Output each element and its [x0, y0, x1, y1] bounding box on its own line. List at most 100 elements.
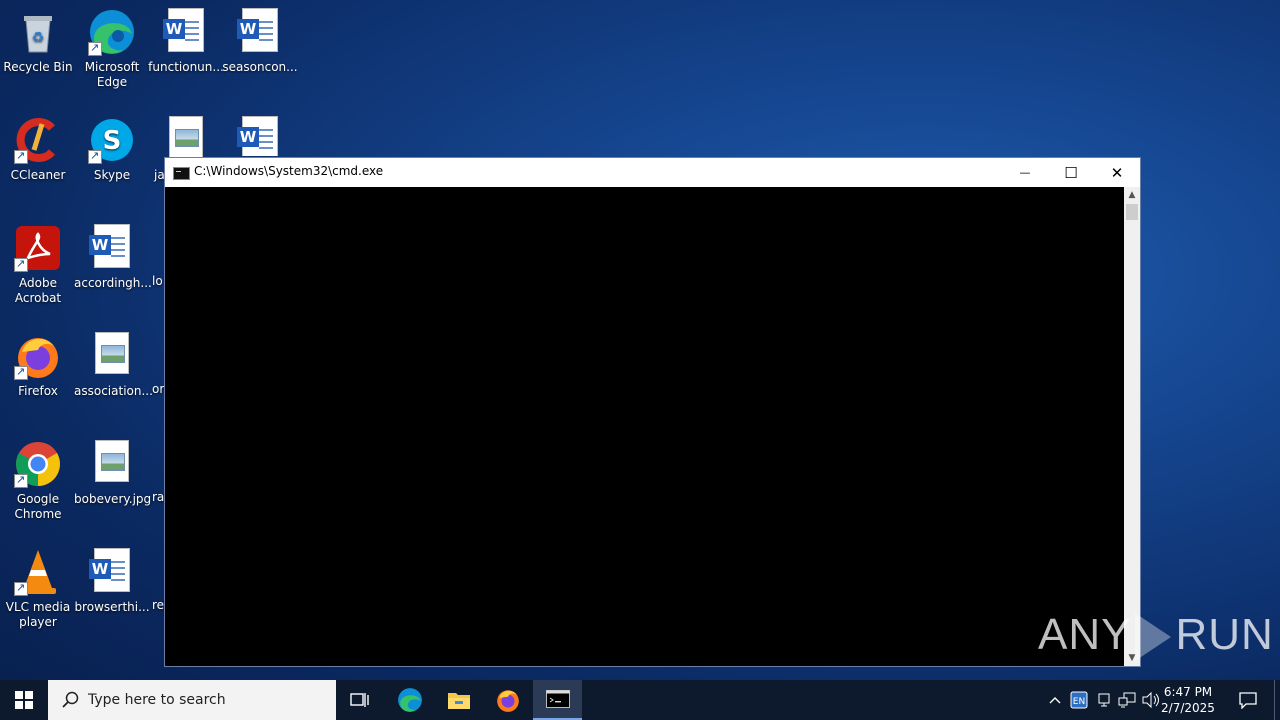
file-bobevery[interactable]: bobevery.jpg [74, 434, 152, 507]
language-icon: EN [1070, 691, 1088, 709]
microsoft-edge-shortcut[interactable]: Microsoft Edge [74, 2, 150, 90]
file-accordingh[interactable]: W accordingh... [74, 218, 152, 291]
console-output[interactable] [165, 187, 1125, 666]
maximize-button[interactable]: ☐ [1048, 158, 1094, 187]
window-title: C:\Windows\System32\cmd.exe [194, 164, 384, 178]
icon-label: VLC media player [5, 600, 71, 629]
taskbar-file-explorer[interactable] [435, 680, 483, 720]
vertical-scrollbar[interactable]: ▲ ▼ [1124, 187, 1140, 666]
shortcut-arrow-icon [14, 580, 28, 596]
word-document-icon: W [162, 8, 210, 56]
play-icon [1135, 613, 1172, 662]
file-browserthi[interactable]: W browserthi... [74, 542, 150, 615]
file-association[interactable]: association... [74, 326, 153, 399]
close-button[interactable]: ✕ [1094, 158, 1140, 187]
search-icon [62, 691, 79, 708]
edge-icon [88, 8, 136, 56]
ccleaner-shortcut[interactable]: CCleaner [0, 110, 76, 183]
maximize-icon: ☐ [1064, 163, 1078, 182]
minimize-icon: — [1019, 166, 1031, 179]
shortcut-arrow-icon [88, 40, 102, 56]
taskbar-clock[interactable]: 6:47 PM 2/7/2025 [1158, 684, 1218, 716]
icon-label: Recycle Bin [3, 60, 73, 74]
cmd-window[interactable]: C:\Windows\System32\cmd.exe — ☐ ✕ ▲ ▼ [164, 157, 1141, 667]
icon-label: Skype [93, 168, 131, 182]
watermark-text-right: RUN [1175, 610, 1274, 659]
show-desktop-button[interactable] [1274, 680, 1280, 720]
scroll-up-icon[interactable]: ▲ [1124, 187, 1140, 203]
shortcut-arrow-icon [14, 256, 28, 272]
taskbar-search-box[interactable]: Type here to search [48, 680, 336, 720]
tray-network[interactable] [1116, 680, 1138, 720]
adobe-acrobat-shortcut[interactable]: Adobe Acrobat [0, 218, 76, 306]
notification-icon [1239, 692, 1257, 709]
word-document-icon: W [88, 224, 136, 272]
clock-date: 2/7/2025 [1161, 701, 1215, 715]
icon-label: Google Chrome [14, 492, 62, 521]
vlc-shortcut[interactable]: VLC media player [0, 542, 76, 630]
scroll-thumb[interactable] [1126, 204, 1138, 220]
skype-icon: S [88, 116, 136, 164]
word-document-icon: W [236, 116, 284, 156]
shortcut-arrow-icon [14, 148, 28, 164]
icon-label: seasoncon... [222, 60, 298, 74]
taskbar-edge[interactable] [386, 680, 434, 720]
vlc-cone-icon [14, 548, 62, 596]
icon-label: Firefox [18, 384, 58, 398]
file-functionun[interactable]: W functionun... [148, 2, 224, 75]
adobe-acrobat-icon [14, 224, 62, 272]
svg-text:S: S [103, 126, 122, 156]
ccleaner-icon [14, 116, 62, 164]
search-placeholder: Type here to search [88, 692, 226, 708]
windows-logo-icon [15, 691, 33, 709]
icon-label: browserthi... [74, 600, 150, 614]
taskbar-cmd-active[interactable] [533, 680, 582, 720]
word-document-icon: W [236, 8, 284, 56]
file-seasoncon[interactable]: W seasoncon... [222, 2, 298, 75]
task-view-icon [350, 693, 369, 707]
taskbar: Type here to search EN 6:47 PM 2/7/2025 [0, 680, 1280, 720]
recycle-bin-shortcut[interactable]: ♻ Recycle Bin [0, 2, 76, 75]
device-icon [1098, 693, 1110, 707]
word-document-icon: W [88, 548, 136, 596]
shortcut-arrow-icon [88, 148, 102, 164]
icon-label: functionun... [148, 60, 224, 74]
firefox-icon [497, 690, 519, 712]
chrome-icon [14, 440, 62, 488]
edge-icon [398, 688, 422, 712]
icon-label: Adobe Acrobat [14, 276, 62, 305]
file-explorer-icon [448, 693, 470, 709]
icon-label: bobevery.jpg [74, 492, 152, 506]
icon-label: association... [74, 384, 153, 398]
tray-device[interactable] [1093, 680, 1115, 720]
taskbar-firefox[interactable] [484, 680, 532, 720]
recycle-bin-icon: ♻ [14, 8, 62, 56]
skype-shortcut[interactable]: S Skype [74, 110, 150, 183]
start-button[interactable] [0, 680, 48, 720]
desktop: ♻ Recycle Bin CCleaner Adobe Acrobat Fir… [0, 0, 1280, 680]
task-view-button[interactable] [336, 680, 384, 720]
clock-time: 6:47 PM [1163, 685, 1213, 699]
file-word-partial[interactable]: W [222, 110, 298, 156]
firefox-icon [14, 332, 62, 380]
icon-label: accordingh... [74, 276, 152, 290]
action-center-button[interactable] [1228, 680, 1268, 720]
icon-label: CCleaner [10, 168, 66, 182]
watermark-text-left: ANY [1038, 610, 1132, 659]
minimize-button[interactable]: — [1002, 158, 1048, 187]
anyrun-watermark: ANY RUN [1038, 610, 1274, 662]
google-chrome-shortcut[interactable]: Google Chrome [0, 434, 76, 522]
svg-text:♻: ♻ [32, 30, 45, 46]
cmd-icon [173, 167, 190, 180]
svg-text:EN: EN [1073, 697, 1085, 707]
cmd-titlebar[interactable]: C:\Windows\System32\cmd.exe — ☐ ✕ [165, 158, 1140, 187]
close-icon: ✕ [1110, 163, 1124, 182]
shortcut-arrow-icon [14, 472, 28, 488]
shortcut-arrow-icon [14, 364, 28, 380]
tray-language[interactable]: EN [1068, 680, 1090, 720]
image-file-icon [88, 440, 136, 488]
firefox-shortcut[interactable]: Firefox [0, 326, 76, 399]
show-hidden-icons-button[interactable] [1044, 680, 1066, 720]
cmd-icon [545, 690, 570, 708]
icon-label: Microsoft Edge [84, 60, 140, 89]
